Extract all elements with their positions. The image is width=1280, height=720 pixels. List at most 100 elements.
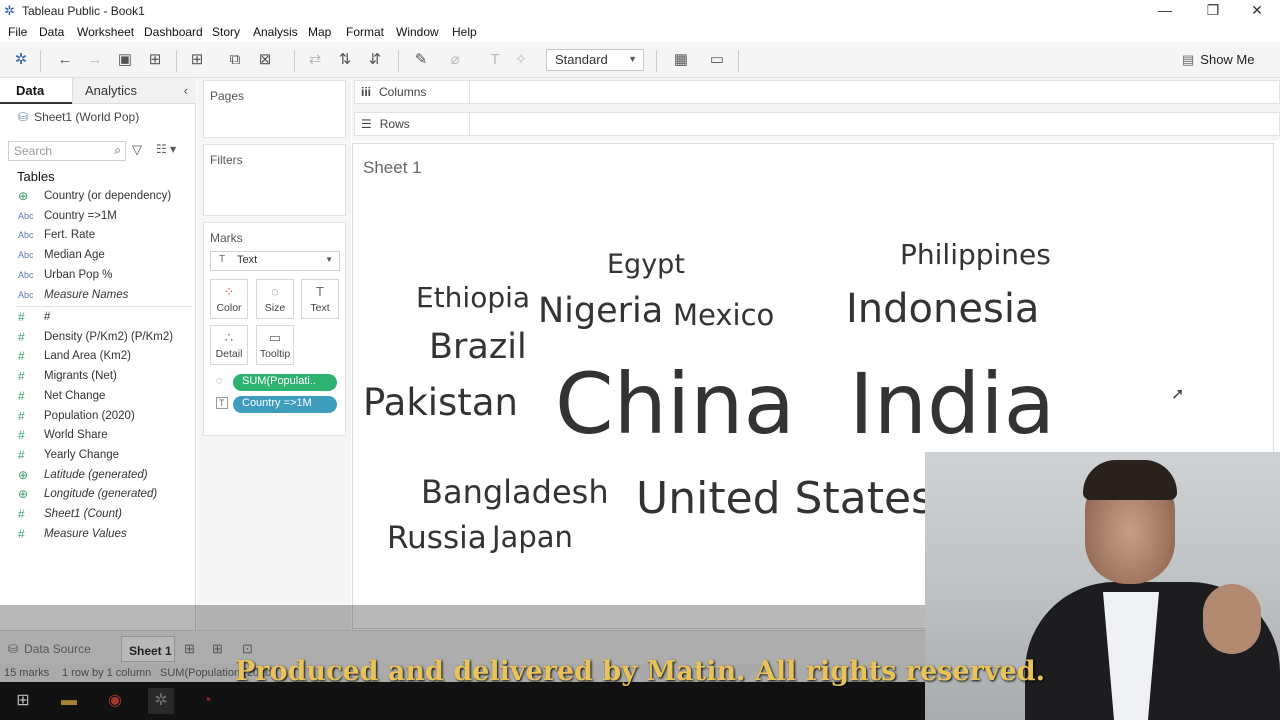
detail-button[interactable]: ∴ Detail: [210, 325, 248, 365]
menu-analysis[interactable]: Analysis: [253, 25, 298, 39]
word-mark[interactable]: China: [555, 362, 795, 446]
filter-icon[interactable]: ▽: [132, 142, 142, 158]
filters-card[interactable]: Filters: [203, 144, 346, 216]
field-item[interactable]: # Population (2020): [0, 408, 195, 428]
restore-button[interactable]: ❐: [1190, 0, 1236, 22]
menu-help[interactable]: Help: [452, 25, 477, 39]
field-item[interactable]: Abc Fert. Rate: [0, 227, 195, 247]
menu-dashboard[interactable]: Dashboard: [144, 25, 203, 39]
field-item[interactable]: # Net Change: [0, 388, 195, 408]
sheet-title[interactable]: Sheet 1: [363, 158, 422, 178]
columns-drop-area[interactable]: [470, 80, 1280, 104]
word-mark[interactable]: Japan: [492, 523, 573, 552]
marks-card-title: Marks: [210, 231, 243, 245]
color-button[interactable]: ⁘ Color: [210, 279, 248, 319]
word-mark[interactable]: Brazil: [429, 330, 527, 365]
word-mark[interactable]: United States: [636, 477, 934, 521]
size-label: Size: [264, 302, 286, 314]
pin-axes-icon[interactable]: ✧: [510, 50, 532, 70]
tableau-home-icon[interactable]: ✲: [10, 50, 32, 70]
title-bar: ✲ Tableau Public - Book1 — ❐ ✕: [0, 0, 1280, 22]
menu-map[interactable]: Map: [308, 25, 331, 39]
new-data-source-icon[interactable]: ⊞: [144, 50, 166, 70]
tab-analytics[interactable]: Analytics ‹: [72, 78, 196, 104]
word-mark[interactable]: Indonesia: [846, 289, 1039, 329]
field-item[interactable]: # Yearly Change: [0, 447, 195, 467]
duplicate-sheet-icon[interactable]: ⧉: [224, 50, 246, 70]
sort-descending-icon[interactable]: ⇵: [364, 50, 386, 70]
word-mark[interactable]: Mexico: [673, 301, 774, 330]
word-mark[interactable]: Egypt: [607, 251, 685, 278]
show-mark-labels-icon[interactable]: T: [484, 50, 506, 70]
field-item[interactable]: # Measure Values: [0, 526, 195, 546]
clear-sheet-icon[interactable]: ⊠: [254, 50, 276, 70]
menu-worksheet[interactable]: Worksheet: [77, 25, 134, 39]
mark-type-dropdown[interactable]: T Text ▼: [210, 251, 340, 271]
presentation-mode-icon[interactable]: ▭: [706, 50, 728, 70]
new-worksheet-icon[interactable]: ⊞: [186, 50, 208, 70]
word-mark[interactable]: Nigeria: [538, 294, 663, 329]
tab-data[interactable]: Data: [0, 78, 72, 104]
save-icon[interactable]: ▣: [114, 50, 136, 70]
menu-data[interactable]: Data: [39, 25, 64, 39]
show-me-button[interactable]: ▤ Show Me: [1182, 52, 1255, 68]
sort-ascending-icon[interactable]: ⇅: [334, 50, 356, 70]
toolbar: ✲ ← → ▣ ⊞ ⊞ ⧉ ⊠ ⇄ ⇅ ⇵ ✎ ⌀ T ✧ Standard ▼…: [0, 42, 1280, 78]
abc-icon: Abc: [18, 269, 34, 280]
text-button[interactable]: T Text: [301, 279, 339, 319]
close-button[interactable]: ✕: [1234, 0, 1280, 22]
field-item[interactable]: # Sheet1 (Count): [0, 506, 195, 526]
field-item[interactable]: ⊕ Country (or dependency): [0, 188, 195, 208]
hash-icon: #: [18, 310, 25, 324]
columns-shelf[interactable]: iii Columns: [352, 78, 1280, 106]
size-button[interactable]: ◌ Size: [256, 279, 294, 319]
group-members-icon[interactable]: ⌀: [444, 50, 466, 70]
field-item[interactable]: Abc Median Age: [0, 247, 195, 267]
field-item[interactable]: ⊕ Latitude (generated): [0, 467, 195, 487]
field-item[interactable]: Abc Measure Names: [0, 287, 195, 307]
text-pill[interactable]: Country =>1M: [233, 396, 337, 413]
word-mark[interactable]: Russia: [387, 523, 487, 554]
collapse-pane-icon[interactable]: ‹: [184, 78, 188, 104]
rows-drop-area[interactable]: [470, 112, 1280, 136]
field-item[interactable]: Abc Urban Pop %: [0, 267, 195, 287]
show-me-icon: ▤: [1182, 52, 1195, 67]
minimize-button[interactable]: —: [1142, 0, 1188, 22]
redo-icon[interactable]: →: [84, 50, 106, 70]
show-cards-icon[interactable]: ▦: [670, 50, 692, 70]
word-mark[interactable]: Bangladesh: [421, 476, 609, 508]
size-pill[interactable]: SUM(Populati..: [233, 374, 337, 391]
hash-icon: #: [18, 408, 25, 423]
highlight-icon[interactable]: ✎: [410, 50, 432, 70]
field-item[interactable]: # Migrants (Net): [0, 368, 195, 388]
word-mark[interactable]: Philippines: [900, 241, 1051, 269]
word-mark[interactable]: India: [849, 362, 1055, 446]
fit-dropdown[interactable]: Standard ▼: [546, 49, 644, 71]
field-item[interactable]: ⊕ Longitude (generated): [0, 486, 195, 506]
word-mark[interactable]: Pakistan: [363, 384, 518, 421]
field-label: World Share: [44, 429, 108, 442]
tooltip-button[interactable]: ▭ Tooltip: [256, 325, 294, 365]
rows-shelf-label: ☰ Rows: [354, 112, 470, 136]
field-item[interactable]: # Land Area (Km2): [0, 348, 195, 368]
rows-shelf[interactable]: ☰ Rows: [352, 110, 1280, 138]
swap-rows-columns-icon[interactable]: ⇄: [304, 50, 326, 70]
field-search-input[interactable]: Search ⌕: [8, 141, 126, 161]
hash-icon: #: [18, 329, 25, 344]
pages-card[interactable]: Pages: [203, 80, 346, 138]
menu-window[interactable]: Window: [396, 25, 439, 39]
datasource-icon: ⛁: [18, 110, 29, 124]
menu-format[interactable]: Format: [346, 25, 384, 39]
field-item[interactable]: Abc Country =>1M: [0, 208, 195, 228]
field-item[interactable]: # Density (P/Km2) (P/Km2): [0, 329, 195, 349]
field-item[interactable]: # #: [0, 309, 195, 329]
datasource-item[interactable]: ⛁ Sheet1 (World Pop): [18, 110, 139, 124]
menu-story[interactable]: Story: [212, 25, 240, 39]
undo-icon[interactable]: ←: [54, 50, 76, 70]
field-label: Land Area (Km2): [44, 350, 131, 363]
toolbar-divider: [40, 50, 41, 72]
field-item[interactable]: # World Share: [0, 427, 195, 447]
view-options-icon[interactable]: ☷ ▾: [156, 142, 176, 156]
menu-file[interactable]: File: [8, 25, 27, 39]
word-mark[interactable]: Ethiopia: [416, 284, 530, 312]
